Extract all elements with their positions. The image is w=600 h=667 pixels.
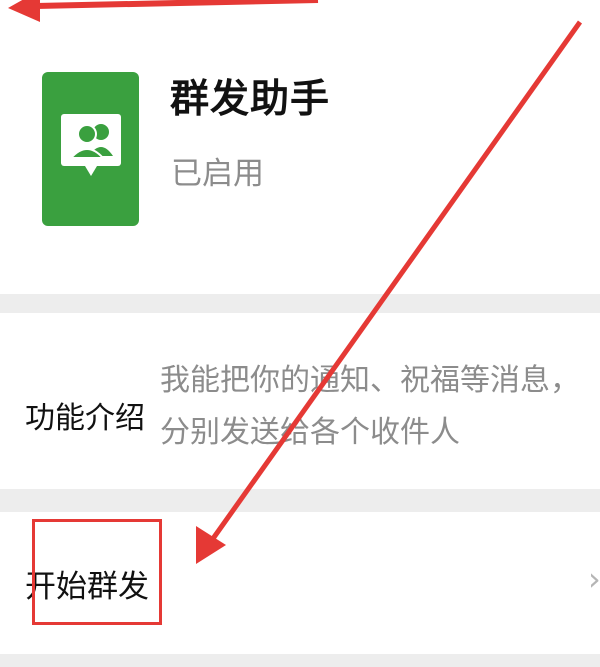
group-chat-icon [42, 72, 139, 226]
app-title: 群发助手 [170, 77, 331, 122]
chevron-right-icon: › [588, 560, 600, 598]
app-status: 已启用 [171, 156, 264, 192]
highlight-box [32, 519, 162, 625]
feature-intro-text: 我能把你的通知、祝福等消息，分别发送给各个收件人 [160, 363, 580, 450]
feature-intro-label: 功能介绍 [25, 401, 145, 436]
